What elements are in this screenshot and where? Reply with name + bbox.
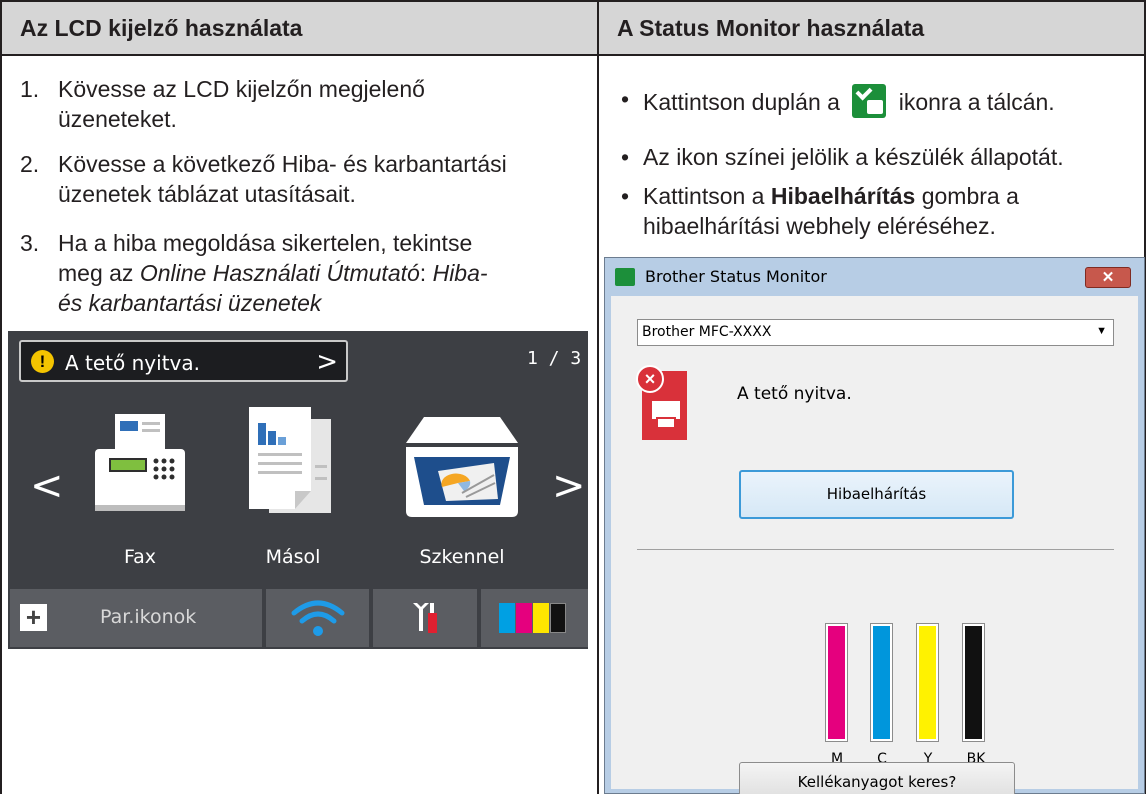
ink-level-magenta	[825, 623, 848, 742]
bullet-text: Kattintson a Hibaelhárítás gombra a	[643, 181, 1146, 211]
printer-select-value: Brother MFC-XXXX	[642, 324, 772, 340]
status-monitor-app-icon	[615, 268, 635, 286]
status-monitor-tray-icon	[852, 83, 887, 118]
copy-label: Másol	[265, 546, 321, 568]
bullet-text-part: gombra a	[915, 183, 1019, 209]
bullet-text: Kattintson duplán a	[643, 89, 840, 115]
step-text: meg az Online Használati Útmutató: Hiba-	[58, 258, 618, 288]
step-number: 3.	[20, 230, 40, 256]
plus-icon: +	[20, 604, 47, 631]
step-text: Kövesse az LCD kijelzőn megjelenő	[58, 76, 425, 102]
left-column-header: Az LCD kijelző használata	[2, 2, 597, 54]
manual-reference: Online Használati Útmutató	[139, 260, 420, 286]
window-body: Brother MFC-XXXX ▼ × A tető nyitva. Hiba…	[611, 296, 1138, 794]
divider	[637, 549, 1114, 550]
ink-level-black	[962, 623, 985, 742]
bullet-text: ikonra a tálcán.	[898, 89, 1055, 115]
wifi-button[interactable]	[266, 589, 369, 647]
step-text: üzenetek táblázat utasításait.	[58, 181, 356, 207]
ink-level-cyan	[870, 623, 893, 742]
shortcuts-label: Par.ikonok	[100, 606, 197, 628]
ink-button[interactable]	[481, 589, 588, 647]
lcd-prev-arrow[interactable]: <	[30, 466, 64, 506]
shortcuts-button[interactable]: + Par.ikonok	[10, 589, 262, 647]
warning-icon: !	[31, 350, 54, 373]
step-number: 2.	[20, 151, 40, 177]
bullet-text: Az ikon színei jelölik a készülék állapo…	[643, 144, 1064, 170]
supplies-button[interactable]: Kellékanyagot keres?	[739, 762, 1015, 794]
status-text: A tető nyitva.	[737, 384, 852, 404]
fax-label: Fax	[123, 546, 157, 568]
lcd-error-text: A tető nyitva.	[65, 351, 200, 375]
step-text-part: meg az	[58, 260, 140, 286]
page: Az LCD kijelző használata A Status Monit…	[0, 0, 1146, 794]
right-column-header: A Status Monitor használata	[599, 2, 1144, 54]
ink-level-yellow	[916, 623, 939, 742]
scan-label: Szkennel	[419, 546, 505, 568]
status-monitor-window: Brother Status Monitor ✕ Brother MFC-XXX…	[604, 257, 1145, 794]
bullet-dot: •	[621, 86, 630, 112]
troubleshoot-button[interactable]: Hibaelhárítás	[739, 470, 1014, 519]
chapter-reference: Hiba-	[432, 260, 488, 286]
ink-yellow	[533, 603, 549, 633]
fax-icon[interactable]	[90, 409, 190, 519]
step-text-part: :	[419, 260, 433, 286]
tools-icon	[413, 603, 437, 633]
table-left-border	[0, 0, 2, 794]
bullet-text-part: Kattintson a	[643, 183, 771, 209]
ink-black	[550, 603, 566, 633]
step-number: 1.	[20, 76, 40, 102]
settings-button[interactable]	[373, 589, 477, 647]
dropdown-arrow-icon: ▼	[1096, 325, 1107, 337]
right-header-title: A Status Monitor használata	[617, 15, 925, 41]
troubleshoot-term: Hibaelhárítás	[770, 183, 916, 209]
header-bottom-border	[0, 54, 1146, 56]
ink-magenta	[516, 603, 532, 633]
bullet-dot: •	[621, 144, 630, 170]
lcd-next-arrow[interactable]: >	[552, 466, 586, 506]
printer-error-icon: ×	[636, 365, 687, 440]
lcd-page-indicator: 1 / 3	[527, 348, 582, 369]
step-text: üzeneteket.	[58, 106, 177, 132]
left-header-title: Az LCD kijelző használata	[20, 15, 303, 41]
window-titlebar[interactable]: Brother Status Monitor ✕	[605, 258, 1144, 294]
chapter-reference-cont: és karbantartási üzenetek	[58, 290, 322, 316]
bullet-text: hibaelhárítási webhely eléréséhez.	[643, 213, 996, 239]
step-text: és karbantartási üzenetek	[58, 288, 618, 318]
lcd-error-message[interactable]: ! A tető nyitva. >	[19, 340, 348, 382]
ink-cyan	[499, 603, 515, 633]
lcd-screen: ! A tető nyitva. > 1 / 3 < > Fax Másol S…	[8, 331, 588, 649]
step-text: Ha a hiba megoldása sikertelen, tekintse	[58, 230, 473, 256]
scan-icon[interactable]	[402, 413, 522, 521]
wifi-icon	[291, 600, 345, 636]
copy-icon[interactable]	[245, 405, 341, 521]
window-title: Brother Status Monitor	[645, 267, 827, 286]
close-button[interactable]: ✕	[1085, 267, 1131, 288]
step-text: Kövesse a következő Hiba- és karbantartá…	[58, 151, 507, 177]
chevron-right-icon: >	[316, 347, 338, 377]
printer-select[interactable]: Brother MFC-XXXX ▼	[637, 319, 1114, 346]
bullet-dot: •	[621, 183, 630, 209]
